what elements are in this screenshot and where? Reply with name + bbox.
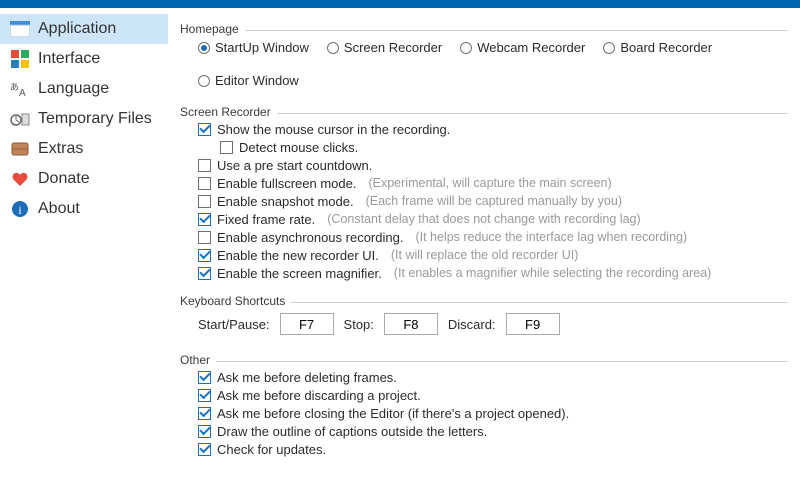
about-icon: i — [8, 199, 32, 219]
chk-fixedrate[interactable] — [198, 213, 211, 226]
sidebar-item-language[interactable]: あA Language — [0, 74, 168, 104]
sidebar-item-application[interactable]: Application — [0, 14, 168, 44]
sidebar-item-label: Interface — [38, 50, 100, 68]
group-title: Keyboard Shortcuts — [180, 294, 291, 308]
sidebar-item-label: Extras — [38, 140, 83, 158]
sidebar-item-label: Language — [38, 80, 109, 98]
input-start-shortcut[interactable] — [280, 313, 334, 335]
sidebar-item-interface[interactable]: Interface — [0, 44, 168, 74]
chk-newui[interactable] — [198, 249, 211, 262]
group-screen-recorder: Screen Recorder Show the mouse cursor in… — [180, 97, 788, 282]
application-icon — [8, 19, 32, 39]
chk-magnifier[interactable] — [198, 267, 211, 280]
chk-del-frames[interactable] — [198, 371, 211, 384]
radio-board-recorder[interactable]: Board Recorder — [603, 40, 712, 55]
content-panel: Homepage StartUp Window Screen Recorder … — [168, 8, 800, 500]
chk-discard-project[interactable] — [198, 389, 211, 402]
sidebar-item-label: Donate — [38, 170, 90, 188]
sidebar-item-donate[interactable]: Donate — [0, 164, 168, 194]
group-title: Screen Recorder — [180, 105, 277, 119]
sidebar-item-about[interactable]: i About — [0, 194, 168, 224]
chk-close-editor[interactable] — [198, 407, 211, 420]
sidebar: Application Interface あA Language Tempor… — [0, 8, 168, 500]
svg-text:A: A — [19, 88, 26, 98]
group-keyboard: Keyboard Shortcuts Start/Pause: Stop: Di… — [180, 286, 788, 341]
sidebar-item-label: Application — [38, 20, 116, 38]
extras-icon — [8, 139, 32, 159]
radio-webcam-recorder[interactable]: Webcam Recorder — [460, 40, 585, 55]
sidebar-item-extras[interactable]: Extras — [0, 134, 168, 164]
svg-text:あ: あ — [10, 82, 19, 92]
tempfiles-icon — [8, 109, 32, 129]
input-stop-shortcut[interactable] — [384, 313, 438, 335]
chk-captions-outline[interactable] — [198, 425, 211, 438]
chk-detect-clicks[interactable] — [220, 141, 233, 154]
sidebar-item-label: Temporary Files — [38, 110, 152, 128]
label-stop: Stop: — [344, 317, 374, 332]
group-homepage: Homepage StartUp Window Screen Recorder … — [180, 14, 788, 93]
titlebar — [0, 0, 800, 8]
group-title: Other — [180, 353, 216, 367]
language-icon: あA — [8, 79, 32, 99]
label-discard: Discard: — [448, 317, 496, 332]
chk-check-updates[interactable] — [198, 443, 211, 456]
radio-editor-window[interactable]: Editor Window — [198, 73, 299, 88]
sidebar-item-label: About — [38, 200, 80, 218]
donate-icon — [8, 169, 32, 189]
input-discard-shortcut[interactable] — [506, 313, 560, 335]
chk-async[interactable] — [198, 231, 211, 244]
radio-startup-window[interactable]: StartUp Window — [198, 40, 309, 55]
chk-countdown[interactable] — [198, 159, 211, 172]
group-title: Homepage — [180, 22, 245, 36]
label-start: Start/Pause: — [198, 317, 270, 332]
chk-fullscreen[interactable] — [198, 177, 211, 190]
sidebar-item-tempfiles[interactable]: Temporary Files — [0, 104, 168, 134]
group-other: Other Ask me before deleting frames. Ask… — [180, 345, 788, 458]
chk-show-cursor[interactable] — [198, 123, 211, 136]
interface-icon — [8, 49, 32, 69]
radio-screen-recorder[interactable]: Screen Recorder — [327, 40, 442, 55]
chk-snapshot[interactable] — [198, 195, 211, 208]
